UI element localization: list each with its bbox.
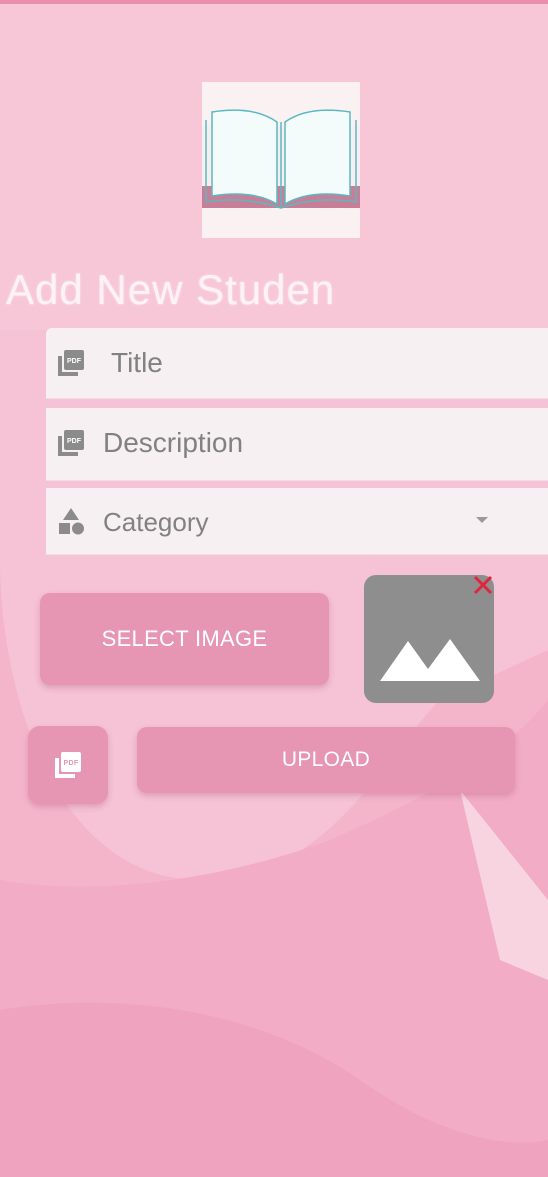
- upload-label: UPLOAD: [281, 748, 371, 771]
- select-image-button[interactable]: SELECT IMAGE: [40, 593, 329, 685]
- upload-button[interactable]: UPLOAD: [137, 727, 515, 793]
- pdf-icon: PDF: [58, 350, 84, 376]
- category-shapes-icon: [59, 508, 84, 535]
- close-icon[interactable]: [471, 573, 495, 597]
- description-placeholder: Description: [103, 427, 244, 458]
- open-book-icon: [202, 109, 360, 209]
- select-image-label: SELECT IMAGE: [101, 626, 268, 651]
- description-field[interactable]: PDF Description: [46, 408, 548, 481]
- svg-text:PDF: PDF: [64, 760, 79, 767]
- pick-pdf-button[interactable]: PDF: [28, 726, 108, 804]
- category-placeholder: Category: [103, 507, 209, 537]
- svg-text:PDF: PDF: [67, 438, 82, 445]
- page-title-text: Add New Studen: [6, 266, 336, 313]
- pdf-icon: PDF: [58, 430, 84, 456]
- title-placeholder: Title: [111, 347, 163, 378]
- page-title: Add New Studen: [0, 266, 548, 322]
- pdf-icon: PDF: [55, 752, 81, 778]
- title-field[interactable]: PDF Title: [46, 328, 548, 399]
- category-select[interactable]: Category: [46, 488, 548, 555]
- top-accent-bar: [0, 0, 548, 4]
- logo: [202, 82, 360, 238]
- svg-text:PDF: PDF: [67, 358, 82, 365]
- chevron-down-icon[interactable]: [474, 515, 490, 525]
